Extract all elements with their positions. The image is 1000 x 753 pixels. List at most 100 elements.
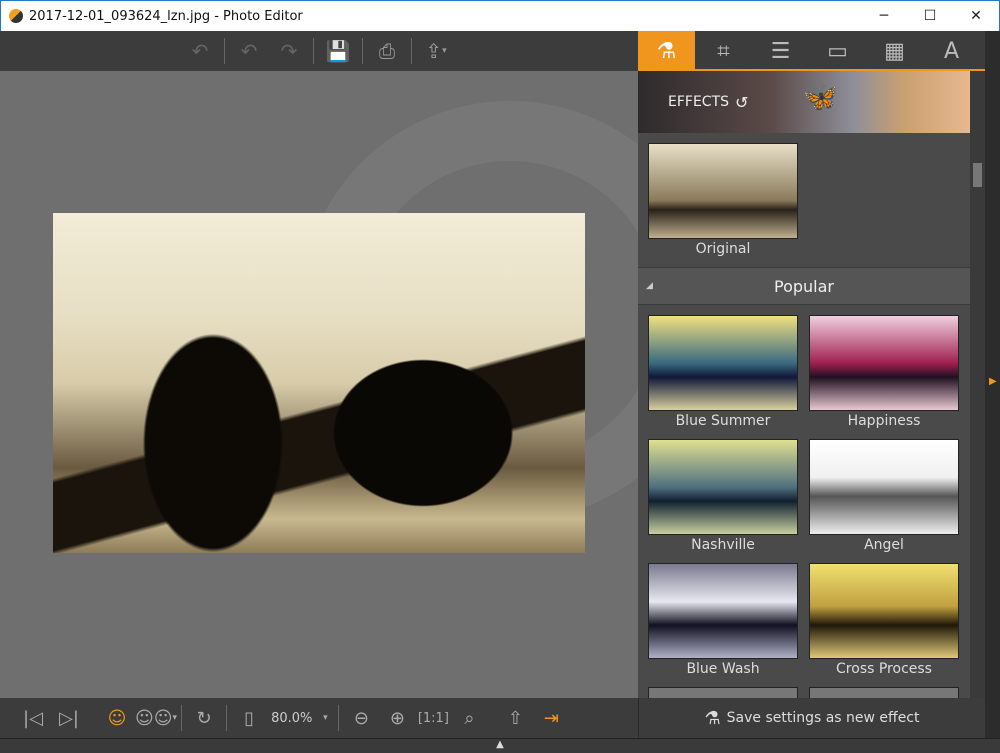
- maximize-button[interactable]: ☐: [907, 1, 953, 31]
- banner-title: EFFECTS: [668, 94, 730, 110]
- effect-cross-process[interactable]: Cross Process: [809, 563, 959, 677]
- single-view-button[interactable]: ☺: [99, 698, 135, 738]
- effects-list: Original ◢ Popular Blue Summer Happiness…: [638, 135, 970, 698]
- expand-up-icon[interactable]: ▲: [496, 739, 504, 753]
- fit-button[interactable]: ▯: [231, 698, 267, 738]
- bottom-toolbar: |◁ ▷| ☺ ☺☺ ▾ ↻ ▯ 80.0% ▾ ⊖ ⊕ [1:1] ⌕ ⇧ ⇥: [0, 698, 638, 738]
- divider: [313, 38, 314, 64]
- last-image-button[interactable]: ▷|: [51, 698, 87, 738]
- app-icon: [9, 9, 23, 23]
- effects-scrollbar[interactable]: [970, 133, 985, 698]
- zoom-level[interactable]: 80.0%: [267, 711, 316, 726]
- upload-icon: ⇧: [507, 707, 523, 729]
- effect-label: Happiness: [847, 413, 921, 429]
- zoom-out-icon: ⊖: [353, 707, 369, 729]
- effect-angel[interactable]: Angel: [809, 439, 959, 553]
- zoom-fit-icon: ⌕: [464, 707, 475, 729]
- undo-button[interactable]: ↶: [229, 31, 269, 71]
- image-canvas[interactable]: [0, 71, 638, 698]
- text-icon: A: [943, 38, 960, 64]
- tab-textures[interactable]: ▦: [866, 31, 923, 71]
- redo-icon: ↷: [280, 39, 298, 63]
- effect-original[interactable]: Original: [648, 143, 798, 257]
- effect-label: Nashville: [691, 537, 755, 553]
- flask-icon: ⚗: [656, 38, 677, 64]
- back-icon: ↶: [191, 39, 209, 63]
- rotate-icon: ↻: [196, 707, 212, 729]
- rotate-button[interactable]: ↻: [186, 698, 222, 738]
- reset-icon[interactable]: ↺: [735, 93, 748, 112]
- zoom-fit-button[interactable]: ⌕: [451, 698, 487, 738]
- scrollbar-thumb[interactable]: [973, 163, 982, 187]
- effect-label: Blue Wash: [686, 661, 760, 677]
- effects-panel: ⚗ ⌗ ☰ ▭ ▦ A EFFECTS ↺ 🦋 Original ◢ Popul…: [638, 31, 985, 698]
- effect-blue-summer[interactable]: Blue Summer: [648, 315, 798, 429]
- effect-nashville[interactable]: Nashville: [648, 439, 798, 553]
- zoom-dropdown[interactable]: ▾: [316, 698, 334, 738]
- frame-icon: ▭: [827, 38, 848, 64]
- redo-button[interactable]: ↷: [269, 31, 309, 71]
- thumbnail: [809, 439, 959, 535]
- compare-view-button[interactable]: ☺☺ ▾: [135, 698, 177, 738]
- minimize-button[interactable]: ─: [861, 1, 907, 31]
- skip-back-icon: |◁: [23, 707, 43, 729]
- effect-next[interactable]: [648, 687, 798, 698]
- flask-plus-icon: ⚗: [704, 707, 721, 729]
- divider: [338, 705, 340, 731]
- thumbnail: [648, 563, 798, 659]
- thumbnail: [648, 439, 798, 535]
- panel-tabs: ⚗ ⌗ ☰ ▭ ▦ A: [638, 31, 985, 71]
- save-effect-label: Save settings as new effect: [726, 710, 920, 726]
- divider: [224, 38, 225, 64]
- close-button[interactable]: ✕: [953, 1, 999, 31]
- thumbnail: [648, 687, 798, 698]
- print-icon: ⎙: [379, 39, 395, 63]
- tab-crop[interactable]: ⌗: [695, 31, 752, 71]
- side-collapse-strip[interactable]: ▶: [985, 31, 1000, 738]
- effects-banner: EFFECTS ↺ 🦋: [638, 71, 985, 133]
- butterfly-image: 🦋: [803, 81, 838, 114]
- texture-icon: ▦: [884, 38, 905, 64]
- edited-photo[interactable]: [53, 213, 585, 553]
- effect-label: Angel: [864, 537, 904, 553]
- filmstrip-toggle[interactable]: ▲: [0, 738, 1000, 753]
- tab-text[interactable]: A: [923, 31, 980, 71]
- expand-arrow-icon[interactable]: ▶: [989, 376, 997, 387]
- zoom-in-icon: ⊕: [389, 707, 405, 729]
- divider: [181, 705, 183, 731]
- tab-effects[interactable]: ⚗: [638, 31, 695, 71]
- panel-toggle-button[interactable]: ⇥: [533, 698, 569, 738]
- main-toolbar: ↶ ↶ ↷ 💾 ⎙ ⇪ ▾: [0, 31, 638, 71]
- actual-size-button[interactable]: [1:1]: [415, 698, 451, 738]
- effect-next[interactable]: [809, 687, 959, 698]
- save-button[interactable]: 💾: [318, 31, 358, 71]
- zoom-in-button[interactable]: ⊕: [379, 698, 415, 738]
- back-button[interactable]: ↶: [180, 31, 220, 71]
- divider: [411, 38, 412, 64]
- skip-forward-icon: ▷|: [59, 707, 79, 729]
- window-title: 2017-12-01_093624_lzn.jpg - Photo Editor: [29, 8, 303, 24]
- collapse-arrow-icon: ◢: [646, 281, 653, 291]
- effect-label: Cross Process: [836, 661, 932, 677]
- effect-label: Blue Summer: [675, 413, 771, 429]
- share-icon: ⇪: [425, 39, 443, 63]
- save-effect-button[interactable]: ⚗ Save settings as new effect: [638, 698, 985, 738]
- effect-blue-wash[interactable]: Blue Wash: [648, 563, 798, 677]
- thumbnail: [809, 687, 959, 698]
- print-button[interactable]: ⎙: [367, 31, 407, 71]
- tab-adjust[interactable]: ☰: [752, 31, 809, 71]
- export-button[interactable]: ⇧: [497, 698, 533, 738]
- first-image-button[interactable]: |◁: [15, 698, 51, 738]
- section-header-popular[interactable]: ◢ Popular: [638, 267, 970, 305]
- tab-frames[interactable]: ▭: [809, 31, 866, 71]
- effect-happiness[interactable]: Happiness: [809, 315, 959, 429]
- effect-label: Original: [695, 241, 751, 257]
- crop-icon: ⌗: [717, 38, 730, 64]
- compare-icon: ☺☺: [135, 707, 173, 729]
- thumbnail: [648, 143, 798, 239]
- zoom-out-button[interactable]: ⊖: [343, 698, 379, 738]
- share-button[interactable]: ⇪ ▾: [416, 31, 456, 71]
- section-title: Popular: [774, 276, 834, 296]
- save-icon: 💾: [325, 39, 351, 63]
- title-bar: 2017-12-01_093624_lzn.jpg - Photo Editor…: [0, 0, 1000, 31]
